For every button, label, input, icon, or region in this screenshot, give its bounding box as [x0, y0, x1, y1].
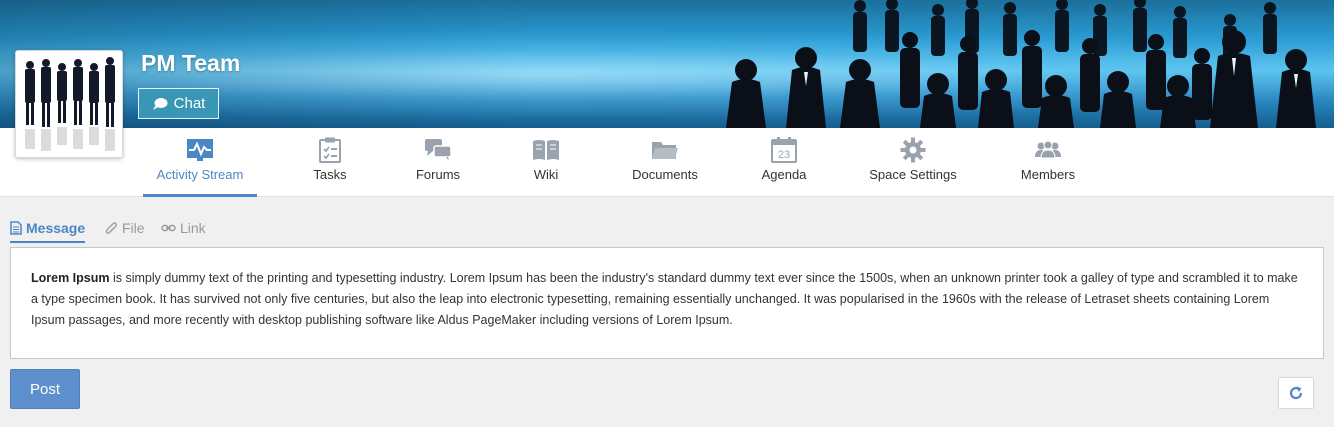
composer-tab-message[interactable]: Message: [10, 220, 86, 243]
crowd-silhouette-image: [726, 0, 1316, 128]
tab-label: Agenda: [761, 167, 807, 182]
tab-activity-stream[interactable]: Activity Stream: [143, 128, 257, 197]
tab-label: Wiki: [533, 167, 559, 182]
space-title: PM Team: [141, 50, 241, 76]
refresh-button[interactable]: [1278, 377, 1314, 409]
link-icon: [161, 224, 176, 232]
forums-icon: [425, 139, 452, 161]
editor-text: is simply dummy text of the printing and…: [31, 271, 1298, 327]
composer-tab-link[interactable]: Link: [161, 220, 206, 236]
wiki-icon: [533, 140, 559, 160]
space-avatar[interactable]: [15, 50, 123, 158]
chat-button-label: Chat: [173, 95, 206, 112]
tab-label: Documents: [632, 167, 698, 182]
chat-bubble-icon: [152, 97, 168, 110]
members-icon: [1035, 140, 1061, 159]
composer-tab-file[interactable]: File: [105, 220, 145, 236]
tab-members[interactable]: Members: [1014, 128, 1082, 197]
chat-button[interactable]: Chat: [138, 88, 219, 119]
activity-icon: [187, 139, 213, 161]
tab-documents[interactable]: Documents: [625, 128, 705, 197]
tab-label: Members: [1020, 167, 1076, 182]
gear-icon: [900, 137, 926, 163]
tab-forums[interactable]: Forums: [404, 128, 472, 197]
tab-wiki[interactable]: Wiki: [521, 128, 571, 197]
paperclip-icon: [105, 222, 117, 234]
tab-label: Tasks: [313, 167, 347, 182]
space-navigation: Activity Stream Tasks Forums Wiki Docume…: [0, 128, 1334, 197]
tab-agenda[interactable]: 23 Agenda: [756, 128, 812, 197]
composer-tab-label: Link: [180, 220, 206, 236]
message-editor[interactable]: Lorem Ipsum is simply dummy text of the …: [10, 247, 1324, 359]
calendar-icon: 23: [771, 137, 797, 163]
refresh-icon: [1289, 386, 1303, 400]
post-button[interactable]: Post: [10, 369, 80, 409]
tab-label: Activity Stream: [156, 167, 244, 182]
tasks-icon: [319, 137, 341, 163]
composer-tab-label: Message: [26, 220, 86, 236]
tab-label: Space Settings: [869, 167, 957, 182]
calendar-day-number: 23: [778, 149, 790, 161]
folder-icon: [652, 142, 678, 159]
composer-tab-label: File: [122, 220, 145, 236]
editor-bold-text: Lorem Ipsum: [31, 271, 110, 285]
tab-tasks[interactable]: Tasks: [298, 128, 362, 197]
team-avatar-image: [16, 51, 122, 157]
document-icon: [10, 221, 22, 235]
tab-label: Forums: [415, 167, 461, 182]
tab-space-settings[interactable]: Space Settings: [864, 128, 962, 197]
